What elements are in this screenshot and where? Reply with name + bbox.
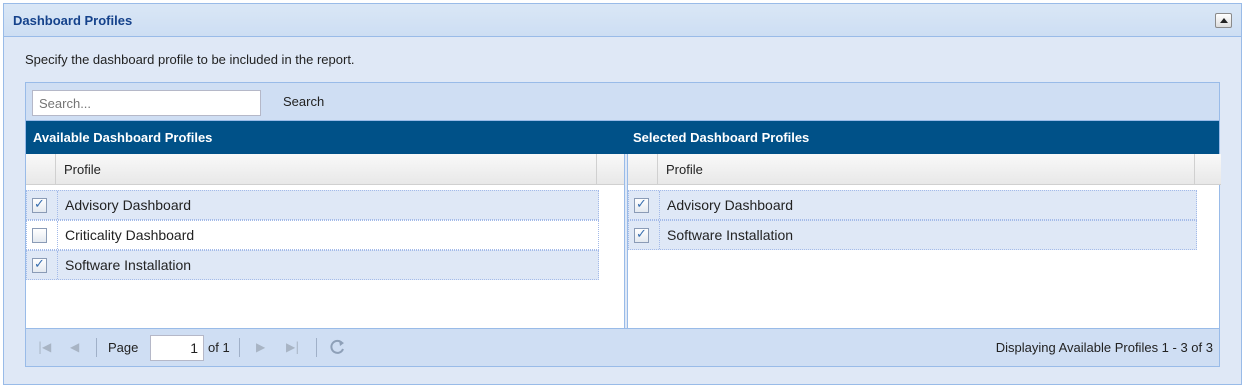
dashboard-profiles-panel: Dashboard Profiles Specify the dashboard… [3,3,1242,385]
available-row[interactable]: Advisory Dashboard [26,190,599,220]
selected-column-header[interactable]: Profile [628,154,1221,185]
collapse-icon[interactable] [1215,13,1232,28]
search-input[interactable] [32,90,261,116]
panel-description: Specify the dashboard profile to be incl… [25,52,355,67]
panel-title: Dashboard Profiles [13,13,133,28]
checkbox-icon[interactable] [634,197,649,213]
cell-divider [659,191,660,219]
paging-toolbar: |◀ ◀ Page of 1 ▶ ▶| Displaying Available… [26,328,1219,366]
profile-column-label: Profile [64,162,101,177]
page-count-label: of 1 [208,340,230,355]
next-page-icon[interactable]: ▶ [256,340,270,354]
cell-divider [659,221,660,249]
panel-header: Dashboard Profiles [4,4,1241,37]
profile-selector: Search Available Dashboard Profiles Sele… [25,82,1221,367]
selected-grid-title: Selected Dashboard Profiles [626,121,1219,154]
last-page-icon[interactable]: ▶| [286,340,300,354]
search-toolbar: Search [26,83,1219,121]
cell-divider [57,221,58,249]
checkbox-icon[interactable] [32,257,47,273]
column-divider [596,154,597,185]
checkbox-column-header[interactable] [628,154,658,185]
page-number-input[interactable] [150,335,204,361]
prev-page-icon[interactable]: ◀ [70,340,84,354]
profile-name: Software Installation [65,257,192,273]
available-column-header[interactable]: Profile [26,154,626,185]
available-grid-title: Available Dashboard Profiles [26,121,626,154]
profile-name: Software Installation [667,227,794,243]
profile-name: Advisory Dashboard [65,197,192,213]
selected-row[interactable]: Advisory Dashboard [628,190,1197,220]
checkbox-icon[interactable] [32,197,47,213]
search-button[interactable]: Search [283,94,324,109]
profile-name: Advisory Dashboard [667,197,794,213]
available-row[interactable]: Software Installation [26,250,599,280]
toolbar-separator [316,338,317,357]
profile-name: Criticality Dashboard [65,227,195,243]
paging-status: Displaying Available Profiles 1 - 3 of 3 [995,340,1213,355]
checkbox-icon[interactable] [634,227,649,243]
toolbar-separator [96,338,97,357]
toolbar-separator [239,338,240,357]
available-row[interactable]: Criticality Dashboard [26,220,599,250]
profile-column-label: Profile [666,162,703,177]
checkbox-icon[interactable] [32,228,47,243]
first-page-icon[interactable]: |◀ [38,340,52,354]
refresh-icon[interactable] [327,337,347,357]
cell-divider [57,191,58,219]
checkbox-column-header[interactable] [26,154,56,185]
selected-row[interactable]: Software Installation [628,220,1197,250]
page-label: Page [108,340,139,355]
cell-divider [57,251,58,279]
column-divider [1194,154,1195,185]
